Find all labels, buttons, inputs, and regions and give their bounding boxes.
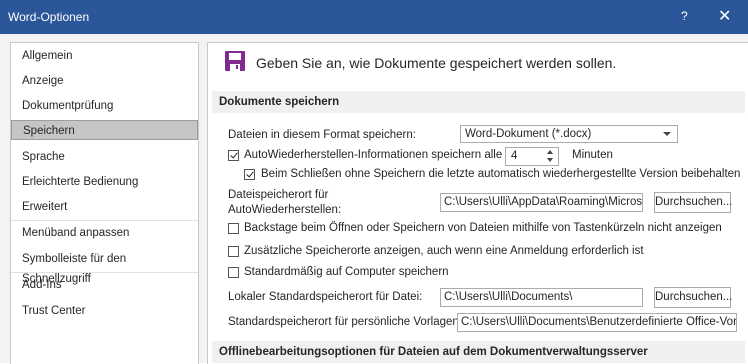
window-title: Word-Optionen bbox=[8, 10, 90, 24]
templates-path-field[interactable]: C:\Users\Ulli\Documents\Benutzerdefinier… bbox=[457, 313, 737, 332]
sidebar-item-sprache[interactable]: Sprache bbox=[11, 147, 198, 167]
section-dokumente-speichern: Dokumente speichern bbox=[212, 91, 745, 113]
sidebar-item-erleichterte-bedienung[interactable]: Erleichterte Bedienung bbox=[11, 172, 198, 192]
options-sidebar: Allgemein Anzeige Dokumentprüfung Speich… bbox=[10, 42, 199, 364]
local-default-path-value: C:\Users\Ulli\Documents\ bbox=[444, 291, 573, 303]
default-computer-checkbox[interactable] bbox=[228, 267, 239, 278]
sidebar-divider bbox=[11, 220, 198, 221]
sidebar-divider bbox=[11, 272, 198, 273]
autorecover-path-field[interactable]: C:\Users\Ulli\AppData\Roaming\Microsoft\… bbox=[440, 193, 643, 212]
browse-local-default-button[interactable]: Durchsuchen... bbox=[654, 287, 732, 308]
sidebar-item-anzeige[interactable]: Anzeige bbox=[11, 71, 198, 91]
autorecover-label: AutoWiederherstellen-Informationen speic… bbox=[244, 149, 503, 161]
additional-locations-checkbox[interactable] bbox=[228, 246, 239, 257]
keep-last-label: Beim Schließen ohne Speichern die letzte… bbox=[261, 168, 741, 180]
templates-label: Standardspeicherort für persönliche Vorl… bbox=[228, 316, 462, 328]
floppy-disk-icon bbox=[225, 51, 245, 71]
spin-up-icon[interactable] bbox=[547, 150, 553, 154]
additional-locations-label: Zusätzliche Speicherorte anzeigen, auch … bbox=[244, 245, 644, 257]
help-button[interactable]: ? bbox=[681, 9, 688, 23]
title-bar: Word-Optionen ? ✕ bbox=[0, 0, 748, 34]
spin-down-icon[interactable] bbox=[547, 158, 553, 162]
sidebar-item-allgemein[interactable]: Allgemein bbox=[11, 46, 198, 66]
browse-autorecover-button[interactable]: Durchsuchen... bbox=[654, 192, 732, 213]
sidebar-item-menueband-anpassen[interactable]: Menüband anpassen bbox=[11, 223, 198, 243]
autorecover-path-value: C:\Users\Ulli\AppData\Roaming\Microsoft\… bbox=[444, 196, 643, 208]
autorecover-checkbox[interactable] bbox=[228, 150, 239, 161]
local-default-path-field[interactable]: C:\Users\Ulli\Documents\ bbox=[440, 288, 643, 307]
default-computer-label: Standardmäßig auf Computer speichern bbox=[244, 266, 449, 278]
sidebar-item-dokumentpruefung[interactable]: Dokumentprüfung bbox=[11, 96, 198, 116]
format-value: Word-Dokument (*.docx) bbox=[465, 128, 592, 140]
sidebar-item-trust-center[interactable]: Trust Center bbox=[11, 301, 198, 321]
chevron-down-icon bbox=[663, 132, 671, 136]
sidebar-item-add-ins[interactable]: Add-Ins bbox=[11, 275, 198, 295]
minutes-label: Minuten bbox=[572, 149, 613, 161]
autorecover-location-label-2: AutoWiederherstellen: bbox=[228, 204, 342, 216]
autorecover-minutes-stepper[interactable]: 4 bbox=[505, 147, 559, 166]
format-label: Dateien in diesem Format speichern: bbox=[228, 129, 416, 141]
sidebar-item-erweitert[interactable]: Erweitert bbox=[11, 197, 198, 217]
close-button[interactable]: ✕ bbox=[718, 6, 731, 26]
backstage-label: Backstage beim Öffnen oder Speichern von… bbox=[244, 222, 722, 234]
autorecover-location-label: Dateispeicherort für bbox=[228, 189, 329, 201]
backstage-checkbox[interactable] bbox=[228, 223, 239, 234]
keep-last-checkbox[interactable] bbox=[244, 169, 255, 180]
page-heading: Geben Sie an, wie Dokumente gespeichert … bbox=[256, 55, 617, 71]
local-default-label: Lokaler Standardspeicherort für Datei: bbox=[228, 291, 423, 303]
sidebar-item-schnellzugriff[interactable]: Symbolleiste für den Schnellzugriff bbox=[11, 249, 198, 285]
options-content: Geben Sie an, wie Dokumente gespeichert … bbox=[207, 42, 748, 364]
autorecover-minutes-value: 4 bbox=[511, 150, 518, 162]
format-dropdown[interactable]: Word-Dokument (*.docx) bbox=[460, 125, 678, 143]
sidebar-item-speichern[interactable]: Speichern bbox=[11, 120, 198, 140]
templates-path-value: C:\Users\Ulli\Documents\Benutzerdefinier… bbox=[461, 316, 737, 328]
section-offline: Offlinebearbeitungsoptionen für Dateien … bbox=[212, 341, 745, 363]
